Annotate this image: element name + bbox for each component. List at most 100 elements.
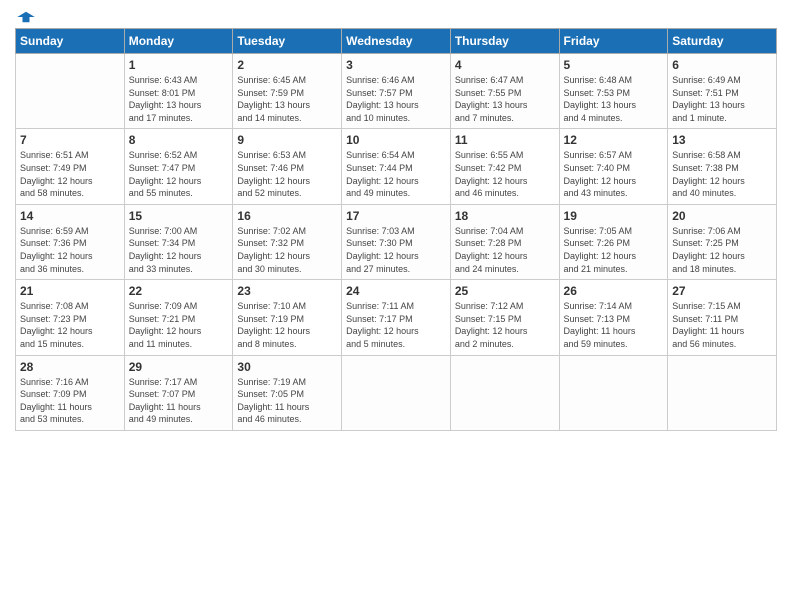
calendar-cell: 1 Sunrise: 6:43 AMSunset: 8:01 PMDaylight… [124,54,233,129]
day-info: Sunrise: 6:49 AMSunset: 7:51 PMDaylight:… [672,74,772,124]
day-number: 5 [564,58,664,72]
day-number: 17 [346,209,446,223]
calendar-cell [559,355,668,430]
calendar-cell: 30 Sunrise: 7:19 AMSunset: 7:05 PMDayligh… [233,355,342,430]
calendar-cell: 10Sunrise: 6:54 AMSunset: 7:44 PMDayligh… [342,129,451,204]
day-number: 12 [564,133,664,147]
calendar-cell: 15Sunrise: 7:00 AMSunset: 7:34 PMDayligh… [124,204,233,279]
day-number: 6 [672,58,772,72]
calendar-cell: 5 Sunrise: 6:48 AMSunset: 7:53 PMDaylight… [559,54,668,129]
calendar-cell: 8 Sunrise: 6:52 AMSunset: 7:47 PMDaylight… [124,129,233,204]
day-number: 3 [346,58,446,72]
calendar-cell: 13 Sunrise: 6:58 AMSunset: 7:38 PMDayligh… [668,129,777,204]
day-info: Sunrise: 7:15 AMSunset: 7:11 PMDaylight:… [672,300,772,350]
calendar-cell [668,355,777,430]
day-number: 19 [564,209,664,223]
day-info: Sunrise: 6:47 AMSunset: 7:55 PMDaylight:… [455,74,555,124]
day-info: Sunrise: 6:46 AMSunset: 7:57 PMDaylight:… [346,74,446,124]
calendar-cell: 12 Sunrise: 6:57 AMSunset: 7:40 PMDayligh… [559,129,668,204]
day-info: Sunrise: 6:55 AMSunset: 7:42 PMDaylight:… [455,149,555,199]
day-number: 30 [237,360,337,374]
calendar-cell: 29 Sunrise: 7:17 AMSunset: 7:07 PMDayligh… [124,355,233,430]
day-info: Sunrise: 7:05 AMSunset: 7:26 PMDaylight:… [564,225,664,275]
calendar-cell: 14 Sunrise: 6:59 AMSunset: 7:36 PMDayligh… [16,204,125,279]
day-info: Sunrise: 6:48 AMSunset: 7:53 PMDaylight:… [564,74,664,124]
day-info: Sunrise: 6:53 AMSunset: 7:46 PMDaylight:… [237,149,337,199]
day-info: Sunrise: 7:08 AMSunset: 7:23 PMDaylight:… [20,300,120,350]
day-info: Sunrise: 7:10 AMSunset: 7:19 PMDaylight:… [237,300,337,350]
calendar-cell: 28Sunrise: 7:16 AMSunset: 7:09 PMDayligh… [16,355,125,430]
day-info: Sunrise: 6:54 AMSunset: 7:44 PMDaylight:… [346,149,446,199]
calendar-cell: 17 Sunrise: 7:03 AMSunset: 7:30 PMDayligh… [342,204,451,279]
week-row-1: 1 Sunrise: 6:43 AMSunset: 8:01 PMDaylight… [16,54,777,129]
calendar-cell: 7 Sunrise: 6:51 AMSunset: 7:49 PMDaylight… [16,129,125,204]
calendar-cell: 18 Sunrise: 7:04 AMSunset: 7:28 PMDayligh… [450,204,559,279]
calendar-cell: 24 Sunrise: 7:11 AMSunset: 7:17 PMDayligh… [342,280,451,355]
day-info: Sunrise: 7:04 AMSunset: 7:28 PMDaylight:… [455,225,555,275]
day-info: Sunrise: 7:03 AMSunset: 7:30 PMDaylight:… [346,225,446,275]
day-number: 4 [455,58,555,72]
day-header-sunday: Sunday [16,29,125,54]
day-number: 11 [455,133,555,147]
day-number: 25 [455,284,555,298]
calendar-header [15,10,777,20]
calendar-cell: 27Sunrise: 7:15 AMSunset: 7:11 PMDayligh… [668,280,777,355]
day-info: Sunrise: 6:51 AMSunset: 7:49 PMDaylight:… [20,149,120,199]
calendar-cell: 21Sunrise: 7:08 AMSunset: 7:23 PMDayligh… [16,280,125,355]
day-info: Sunrise: 7:12 AMSunset: 7:15 PMDaylight:… [455,300,555,350]
day-info: Sunrise: 7:19 AMSunset: 7:05 PMDaylight:… [237,376,337,426]
day-number: 18 [455,209,555,223]
week-row-4: 21Sunrise: 7:08 AMSunset: 7:23 PMDayligh… [16,280,777,355]
calendar-cell: 9 Sunrise: 6:53 AMSunset: 7:46 PMDaylight… [233,129,342,204]
calendar-cell: 4 Sunrise: 6:47 AMSunset: 7:55 PMDaylight… [450,54,559,129]
day-number: 14 [20,209,120,223]
calendar-cell: 11 Sunrise: 6:55 AMSunset: 7:42 PMDayligh… [450,129,559,204]
day-number: 23 [237,284,337,298]
calendar-cell [450,355,559,430]
day-header-wednesday: Wednesday [342,29,451,54]
day-info: Sunrise: 6:57 AMSunset: 7:40 PMDaylight:… [564,149,664,199]
day-number: 22 [129,284,229,298]
day-number: 8 [129,133,229,147]
day-number: 9 [237,133,337,147]
calendar-cell [16,54,125,129]
calendar-cell: 3 Sunrise: 6:46 AMSunset: 7:57 PMDaylight… [342,54,451,129]
day-number: 13 [672,133,772,147]
day-info: Sunrise: 7:16 AMSunset: 7:09 PMDaylight:… [20,376,120,426]
day-number: 2 [237,58,337,72]
calendar-cell [342,355,451,430]
week-row-2: 7 Sunrise: 6:51 AMSunset: 7:49 PMDaylight… [16,129,777,204]
day-number: 26 [564,284,664,298]
calendar-cell: 22 Sunrise: 7:09 AMSunset: 7:21 PMDayligh… [124,280,233,355]
day-info: Sunrise: 7:02 AMSunset: 7:32 PMDaylight:… [237,225,337,275]
day-info: Sunrise: 6:45 AMSunset: 7:59 PMDaylight:… [237,74,337,124]
day-info: Sunrise: 6:43 AMSunset: 8:01 PMDaylight:… [129,74,229,124]
day-number: 29 [129,360,229,374]
calendar-table: SundayMondayTuesdayWednesdayThursdayFrid… [15,28,777,431]
day-header-friday: Friday [559,29,668,54]
day-number: 7 [20,133,120,147]
day-info: Sunrise: 7:09 AMSunset: 7:21 PMDaylight:… [129,300,229,350]
day-header-tuesday: Tuesday [233,29,342,54]
day-header-monday: Monday [124,29,233,54]
calendar-cell: 20Sunrise: 7:06 AMSunset: 7:25 PMDayligh… [668,204,777,279]
day-number: 15 [129,209,229,223]
day-info: Sunrise: 6:52 AMSunset: 7:47 PMDaylight:… [129,149,229,199]
calendar-cell: 25 Sunrise: 7:12 AMSunset: 7:15 PMDayligh… [450,280,559,355]
day-info: Sunrise: 7:11 AMSunset: 7:17 PMDaylight:… [346,300,446,350]
logo [15,10,35,20]
calendar-cell: 19 Sunrise: 7:05 AMSunset: 7:26 PMDayligh… [559,204,668,279]
calendar-cell: 23 Sunrise: 7:10 AMSunset: 7:19 PMDayligh… [233,280,342,355]
week-row-3: 14 Sunrise: 6:59 AMSunset: 7:36 PMDayligh… [16,204,777,279]
logo-bird-icon [17,10,35,24]
day-header-thursday: Thursday [450,29,559,54]
week-row-5: 28Sunrise: 7:16 AMSunset: 7:09 PMDayligh… [16,355,777,430]
calendar-cell: 16Sunrise: 7:02 AMSunset: 7:32 PMDayligh… [233,204,342,279]
day-info: Sunrise: 6:58 AMSunset: 7:38 PMDaylight:… [672,149,772,199]
day-info: Sunrise: 7:17 AMSunset: 7:07 PMDaylight:… [129,376,229,426]
calendar-cell: 2 Sunrise: 6:45 AMSunset: 7:59 PMDaylight… [233,54,342,129]
day-info: Sunrise: 6:59 AMSunset: 7:36 PMDaylight:… [20,225,120,275]
day-number: 1 [129,58,229,72]
day-header-saturday: Saturday [668,29,777,54]
day-number: 24 [346,284,446,298]
